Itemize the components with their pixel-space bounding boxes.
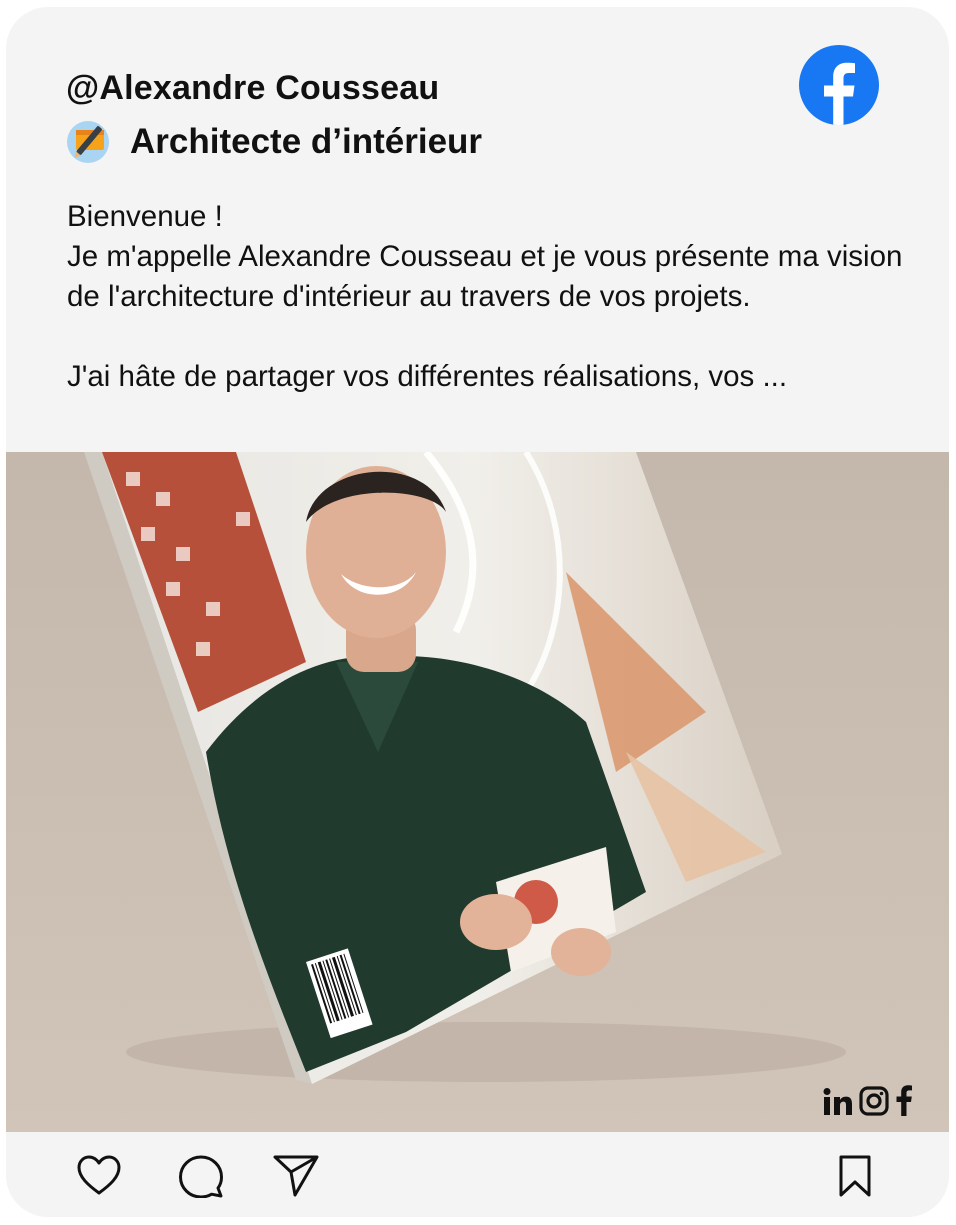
comment-button[interactable] xyxy=(178,1154,224,1198)
post-card: @Alexandre Cousseau Architecte d’intérie… xyxy=(6,7,949,1217)
post-image[interactable] xyxy=(6,452,949,1132)
send-icon xyxy=(273,1155,319,1197)
heart-icon xyxy=(77,1155,121,1195)
job-row: Architecte d’intérieur xyxy=(66,119,482,165)
like-button[interactable] xyxy=(76,1154,122,1196)
notepad-pencil-icon xyxy=(67,121,109,163)
linkedin-icon[interactable] xyxy=(823,1088,853,1116)
save-button[interactable] xyxy=(838,1154,872,1198)
post-actions xyxy=(6,1132,949,1217)
facebook-icon[interactable] xyxy=(799,45,879,125)
bookmark-icon xyxy=(839,1155,871,1197)
magazine-cover-photo xyxy=(6,452,949,1132)
post-caption: Bienvenue ! Je m'appelle Alexandre Couss… xyxy=(67,200,903,393)
comment-icon xyxy=(179,1155,223,1198)
instagram-icon[interactable] xyxy=(859,1086,889,1116)
social-icons xyxy=(823,1084,913,1116)
share-button[interactable] xyxy=(272,1154,320,1198)
facebook-f-icon[interactable] xyxy=(895,1084,913,1116)
post-username[interactable]: @Alexandre Cousseau xyxy=(66,69,439,108)
job-title: Architecte d’intérieur xyxy=(130,122,483,161)
